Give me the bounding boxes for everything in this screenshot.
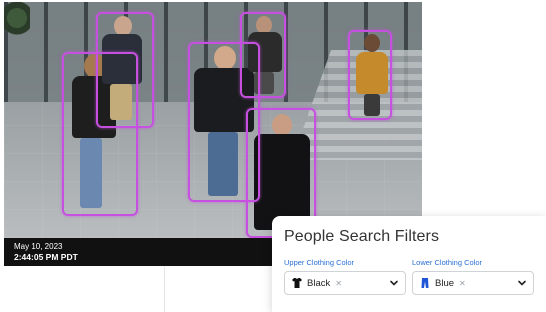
detection-box-person-6[interactable]	[348, 30, 392, 120]
upper-clothing-filter: Upper Clothing Color Black ✕	[284, 258, 406, 295]
filter-row: Upper Clothing Color Black ✕ Lower Cloth…	[284, 258, 534, 295]
people-search-filters-panel: People Search Filters Upper Clothing Col…	[272, 216, 546, 312]
lower-clothing-value: Blue	[435, 277, 455, 289]
remove-lower-color-icon[interactable]: ✕	[459, 279, 466, 288]
divider	[164, 266, 165, 312]
detection-box-person-2[interactable]	[96, 12, 154, 128]
lower-clothing-label: Lower Clothing Color	[412, 258, 483, 267]
shirt-icon	[291, 277, 303, 289]
upper-clothing-label: Upper Clothing Color	[284, 258, 355, 267]
lower-clothing-select[interactable]: Blue ✕	[412, 271, 534, 295]
remove-upper-color-icon[interactable]: ✕	[335, 279, 342, 288]
upper-clothing-select[interactable]: Black ✕	[284, 271, 406, 295]
potted-plant	[4, 2, 30, 42]
chevron-down-icon[interactable]	[389, 278, 399, 288]
upper-clothing-value: Black	[307, 277, 331, 289]
chevron-down-icon[interactable]	[517, 278, 527, 288]
lower-clothing-filter: Lower Clothing Color Blue ✕	[412, 258, 534, 295]
pants-icon	[419, 277, 431, 289]
panel-title: People Search Filters	[284, 228, 440, 245]
detection-box-person-4[interactable]	[240, 12, 286, 98]
